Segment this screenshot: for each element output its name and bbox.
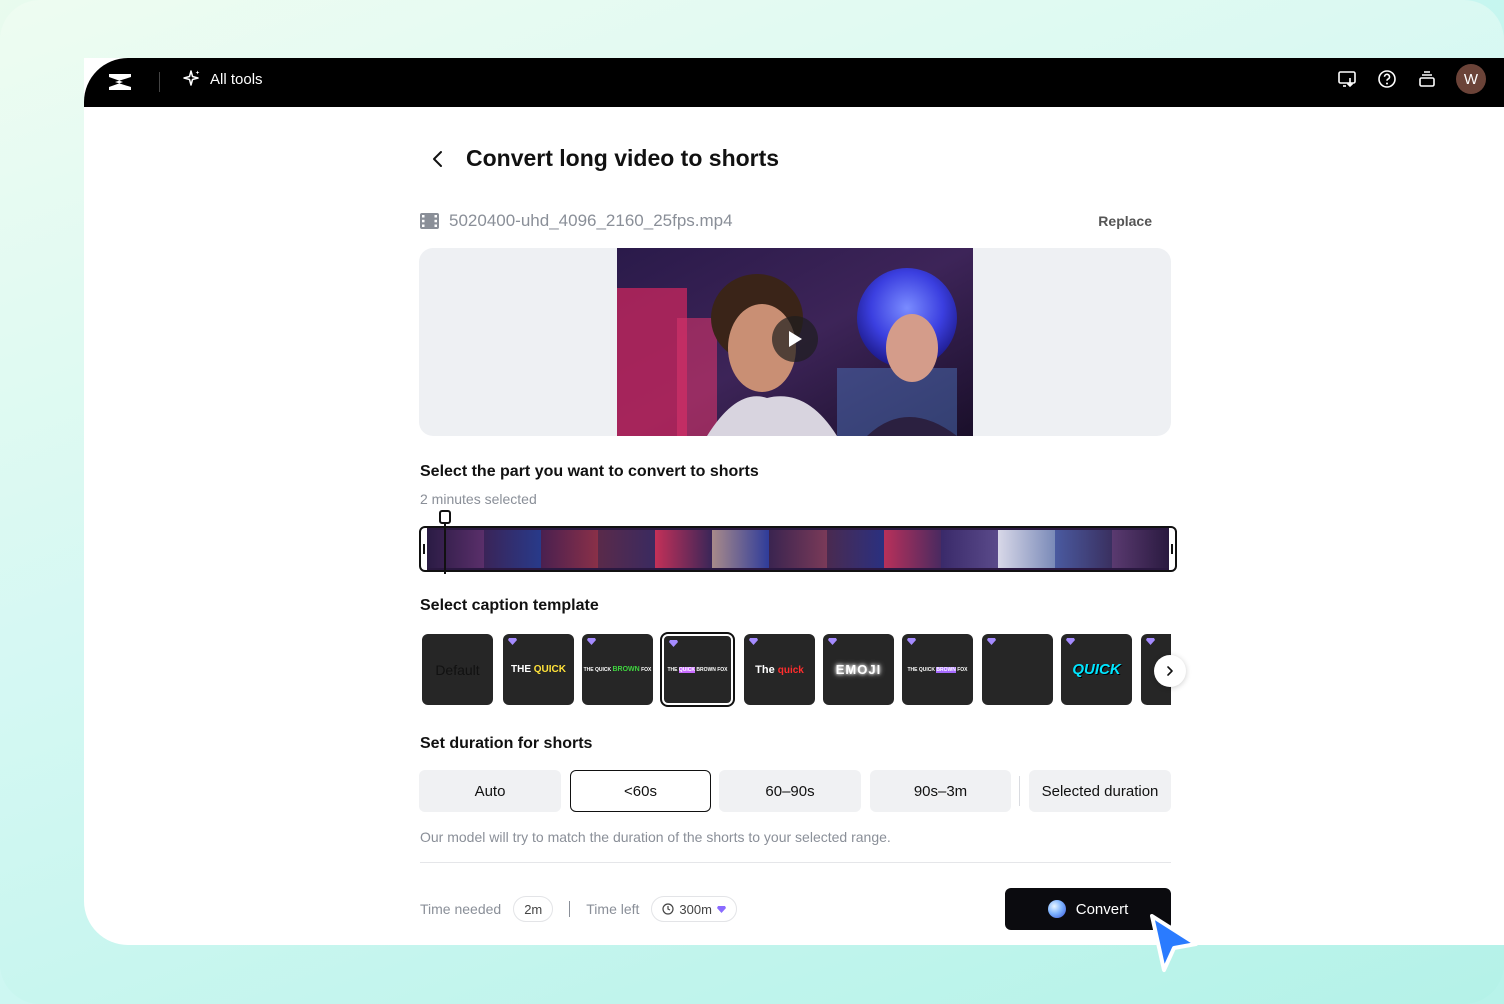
duration-hint: Our model will try to match the duration… — [420, 829, 891, 845]
caption-template[interactable] — [982, 634, 1053, 705]
premium-gem-icon — [1146, 638, 1155, 645]
caption-template[interactable]: EMOJI — [823, 634, 894, 705]
select-part-label: Select the part you want to convert to s… — [420, 463, 759, 480]
timeline-frame — [997, 530, 1055, 568]
video-preview — [419, 248, 1171, 436]
caption-template-list: Default THE QUICK THE QUICK BROWN FOX TH… — [420, 632, 1171, 708]
timeline-frame — [541, 530, 599, 568]
chevron-right-icon — [1167, 666, 1173, 676]
file-row: 5020400-uhd_4096_2160_25fps.mp4 Replace — [420, 210, 1170, 234]
footer-info: Time needed 2m Time left 300m — [420, 895, 737, 923]
caption-template-default[interactable]: Default — [422, 634, 493, 705]
file-name: 5020400-uhd_4096_2160_25fps.mp4 — [449, 211, 733, 230]
timeline-end-handle[interactable] — [1169, 528, 1175, 570]
time-left-pill: 300m — [651, 896, 737, 922]
footer-divider — [420, 862, 1171, 863]
duration-option-selected[interactable]: Selected duration — [1029, 770, 1171, 812]
timeline-frame — [940, 530, 998, 568]
timeline-start-handle[interactable] — [421, 528, 427, 570]
play-button[interactable] — [772, 316, 818, 362]
duration-option-under-60s[interactable]: <60s — [570, 770, 711, 812]
templates-next-button[interactable] — [1154, 655, 1186, 687]
duration-option-60-90s[interactable]: 60–90s — [719, 770, 861, 812]
timeline-frame — [883, 530, 941, 568]
caption-template[interactable]: QUICK — [1061, 634, 1132, 705]
timeline-frame — [655, 530, 713, 568]
timeline-frame — [427, 530, 485, 568]
timeline-frame — [1054, 530, 1112, 568]
premium-gem-icon — [716, 905, 726, 913]
convert-label: Convert — [1075, 900, 1129, 918]
film-icon — [420, 213, 439, 229]
timeline-frame — [484, 530, 542, 568]
timeline-frame — [769, 530, 827, 568]
duration-option-90s-3m[interactable]: 90s–3m — [870, 770, 1011, 812]
footer-separator — [569, 901, 571, 917]
timeline-frame — [712, 530, 770, 568]
premium-gem-icon — [907, 638, 916, 645]
timeline-frames — [427, 530, 1170, 568]
caption-template[interactable]: THE QUICK — [503, 634, 574, 705]
time-needed-pill: 2m — [513, 896, 554, 922]
page-title: Convert long video to shorts — [466, 145, 780, 171]
duration-divider — [1019, 776, 1020, 806]
duration-label: Set duration for shorts — [420, 735, 593, 752]
caption-template-selected[interactable]: THE QUICK BROWN FOX — [662, 634, 733, 705]
selected-minutes-text: 2 minutes selected — [420, 491, 537, 507]
ai-orb-icon — [1047, 900, 1066, 918]
premium-gem-icon — [749, 638, 758, 645]
timeline-playhead[interactable] — [439, 510, 451, 574]
caption-template[interactable]: THE QUICK BROWN FOX — [582, 634, 653, 705]
timeline-strip[interactable] — [419, 526, 1177, 572]
duration-options: Auto <60s 60–90s 90s–3m Selected duratio… — [419, 770, 1171, 812]
time-needed-label: Time needed — [420, 901, 502, 917]
duration-option-auto[interactable]: Auto — [419, 770, 561, 812]
timeline-frame — [598, 530, 656, 568]
caption-template[interactable]: The quick — [744, 634, 815, 705]
clock-icon — [662, 903, 675, 915]
premium-gem-icon — [587, 638, 596, 645]
video-frame[interactable] — [617, 248, 973, 436]
caption-template[interactable]: THE QUICK BROWN FOX — [902, 634, 973, 705]
premium-gem-icon — [669, 640, 678, 647]
timeline-frame — [1111, 530, 1170, 568]
play-icon — [789, 331, 802, 347]
replace-button[interactable]: Replace — [1098, 213, 1152, 229]
premium-gem-icon — [828, 638, 837, 645]
caption-template-label: Select caption template — [420, 597, 599, 614]
premium-gem-icon — [508, 638, 517, 645]
back-chevron-icon[interactable] — [428, 148, 448, 170]
time-left-label: Time left — [586, 901, 640, 917]
premium-gem-icon — [1066, 638, 1075, 645]
timeline-frame — [826, 530, 884, 568]
premium-gem-icon — [987, 638, 996, 645]
mouse-pointer-icon — [1150, 914, 1198, 972]
